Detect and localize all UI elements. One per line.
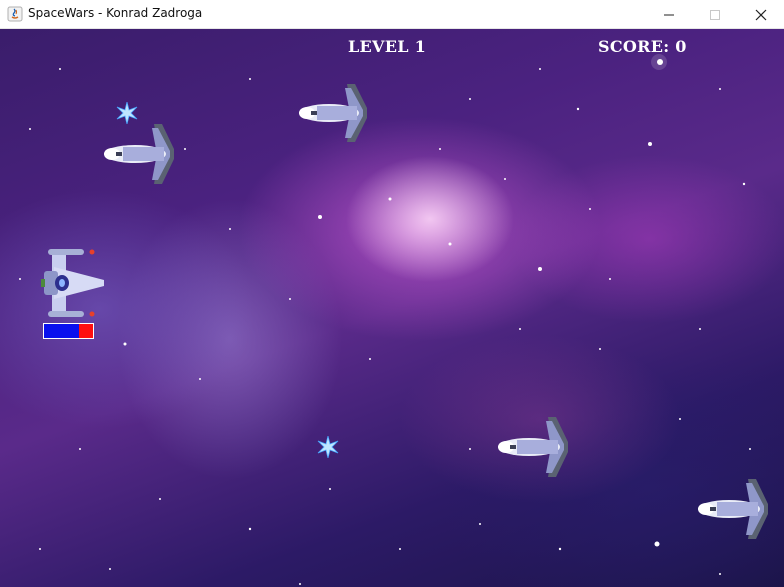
enemy-shuttle-icon	[498, 417, 568, 477]
game-canvas[interactable]: LEVEL 1 SCORE: 0	[0, 29, 784, 587]
close-icon	[755, 9, 767, 20]
minimize-button[interactable]	[646, 0, 692, 29]
level-label: LEVEL 1	[348, 37, 427, 56]
bonus-star-icon	[317, 436, 339, 458]
minimize-icon	[664, 14, 674, 15]
window-titlebar: SpaceWars - Konrad Zadroga	[0, 0, 784, 29]
enemy-shuttle-icon	[104, 124, 174, 184]
enemy-shuttle-icon	[299, 84, 367, 142]
window-title: SpaceWars - Konrad Zadroga	[28, 6, 203, 20]
java-icon	[7, 6, 23, 22]
enemy-shuttle-icon	[698, 479, 768, 539]
player-health-fill	[44, 324, 80, 338]
close-button[interactable]	[738, 0, 784, 29]
maximize-icon	[710, 9, 720, 20]
maximize-button[interactable]	[692, 0, 738, 29]
player-health-bar	[43, 323, 94, 339]
bonus-star-icon	[116, 102, 138, 124]
score-label: SCORE: 0	[598, 37, 687, 56]
player-ship-icon[interactable]	[40, 247, 106, 319]
